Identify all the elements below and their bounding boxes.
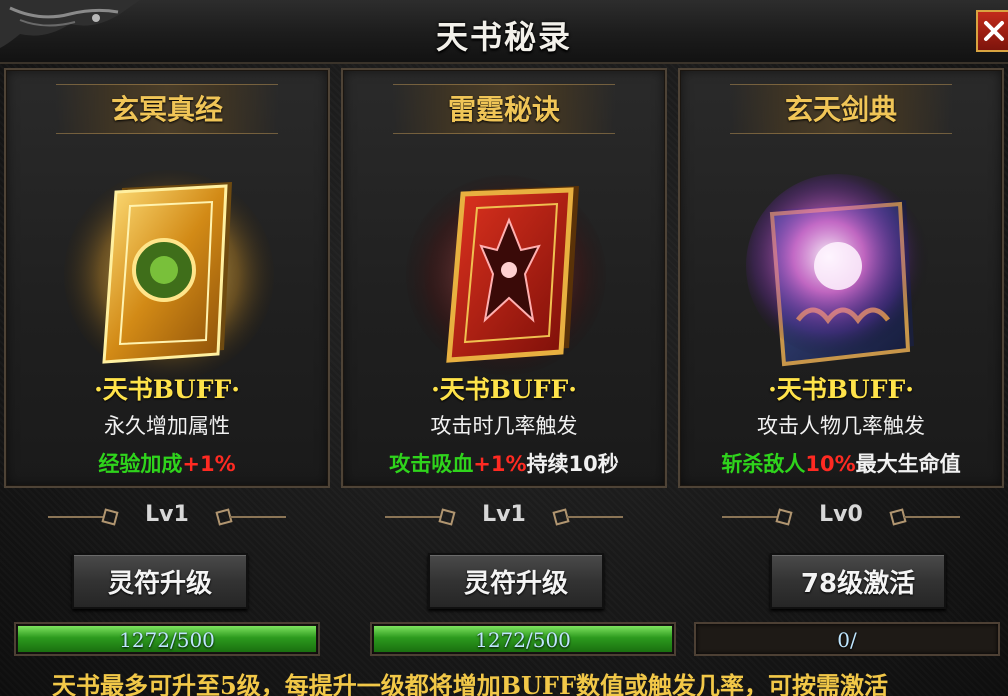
activate-button-xuantian[interactable]: 78级激活 bbox=[770, 553, 946, 609]
buff-description: 永久增加属性 bbox=[104, 414, 230, 438]
close-icon bbox=[984, 21, 1004, 41]
buff-heading: ·天书BUFF· bbox=[768, 375, 914, 404]
red-demon-book-icon[interactable] bbox=[401, 170, 611, 380]
buff-heading: ·天书BUFF· bbox=[94, 375, 240, 404]
progress-text: 1272/500 bbox=[475, 628, 571, 652]
footer-note: 天书最多可升至5级，每提升一级都将增加BUFF数值或触发几率，可按需激活 bbox=[52, 671, 888, 696]
progress-bar: 1272/500 bbox=[370, 622, 676, 656]
right-ornament-icon bbox=[215, 508, 286, 526]
window-title: 天书秘录 bbox=[435, 18, 572, 56]
arcane-blue-book-icon[interactable] bbox=[738, 170, 948, 380]
buff-effect-suffix: 持续10秒 bbox=[526, 452, 619, 476]
buff-effect-value: 10% bbox=[805, 452, 856, 476]
progress-text: 1272/500 bbox=[119, 628, 215, 652]
buff-effect-value: +1% bbox=[473, 452, 527, 476]
buff-heading: ·天书BUFF· bbox=[431, 375, 577, 404]
buff-effect: 攻击吸血+1%持续10秒 bbox=[343, 448, 665, 478]
buff-description: 攻击时几率触发 bbox=[430, 414, 578, 438]
buff-effect-name: 斩杀敌人 bbox=[721, 452, 806, 476]
right-ornament-icon bbox=[552, 508, 623, 526]
title-bar: 天书秘录 bbox=[0, 0, 1008, 64]
buff-description: 攻击人物几率触发 bbox=[757, 414, 925, 438]
progress-text: 0/ bbox=[837, 628, 857, 652]
tianshu-window: 天书秘录 玄冥真经 ·天书BUFF· 永久增加属性 经验加成+1% 雷霆秘诀 ·… bbox=[0, 0, 1008, 696]
upgrade-button-xuanming[interactable]: 灵符升级 bbox=[72, 553, 248, 609]
card-title: 玄冥真经 bbox=[110, 93, 223, 126]
progress-bar: 0/ bbox=[694, 622, 1000, 656]
level-row: Lv1 bbox=[4, 500, 330, 534]
close-button[interactable] bbox=[976, 10, 1008, 52]
level-row: Lv0 bbox=[678, 500, 1004, 534]
card-title: 雷霆秘诀 bbox=[447, 93, 560, 126]
golden-book-icon[interactable] bbox=[64, 170, 274, 380]
book-card-leiting: 雷霆秘诀 ·天书BUFF· 攻击时几率触发 攻击吸血+1%持续10秒 bbox=[341, 68, 667, 488]
buff-effect-suffix: 最大生命值 bbox=[855, 452, 961, 476]
buff-effect: 斩杀敌人10%最大生命值 bbox=[680, 448, 1002, 478]
buff-effect: 经验加成+1% bbox=[6, 448, 328, 478]
upgrade-button-leiting[interactable]: 灵符升级 bbox=[428, 553, 604, 609]
card-title: 玄天剑典 bbox=[784, 93, 897, 126]
level-row: Lv1 bbox=[341, 500, 667, 534]
right-ornament-icon bbox=[889, 508, 960, 526]
buff-effect-name: 攻击吸血 bbox=[389, 452, 474, 476]
book-card-xuantian: 玄天剑典 ·天书BUFF· 攻击人物几率触发 斩杀敌人10%最大生命值 bbox=[678, 68, 1004, 488]
progress-bar: 1272/500 bbox=[14, 622, 320, 656]
buff-effect-name: 经验加成 bbox=[98, 452, 183, 476]
book-card-xuanming: 玄冥真经 ·天书BUFF· 永久增加属性 经验加成+1% bbox=[4, 68, 330, 488]
buff-effect-value: +1% bbox=[182, 452, 236, 476]
